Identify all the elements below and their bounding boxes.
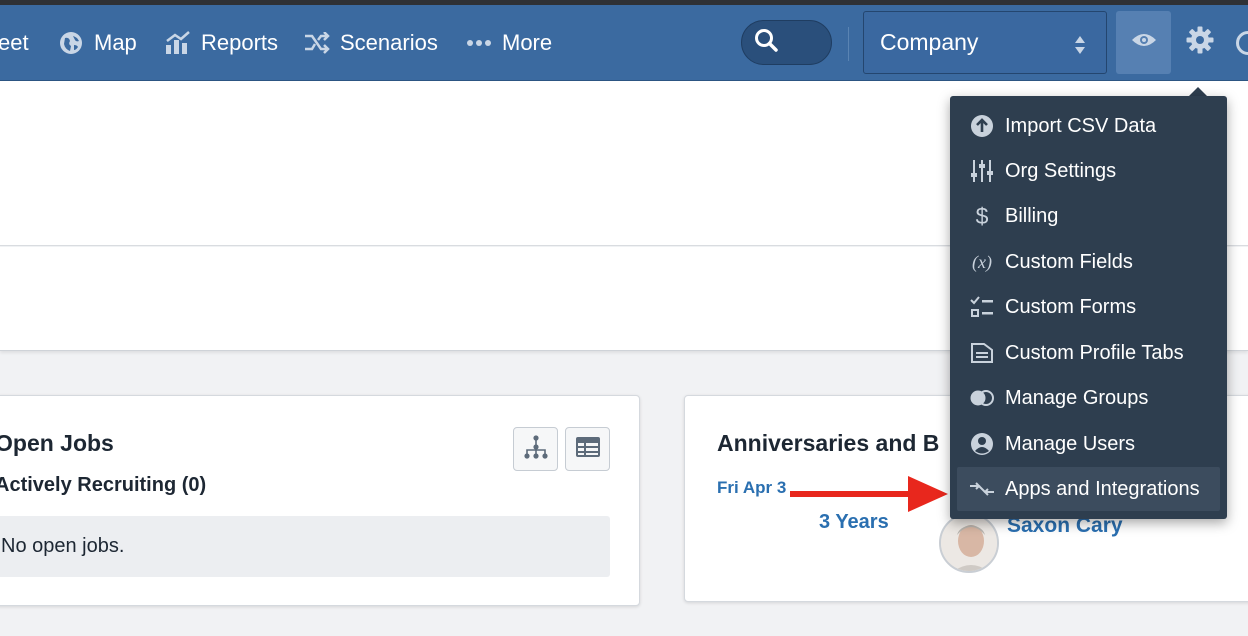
select-arrows-icon xyxy=(1074,34,1086,61)
upload-circle-icon xyxy=(967,113,997,139)
anniversary-date[interactable]: Fri Apr 3 xyxy=(717,478,786,498)
nav-item-sheet[interactable]: eet xyxy=(0,5,29,81)
tab-document-icon xyxy=(967,340,997,366)
menu-item-import-csv[interactable]: Import CSV Data xyxy=(957,104,1220,148)
menu-item-label: Billing xyxy=(1005,204,1059,227)
menu-item-billing[interactable]: $ Billing xyxy=(957,194,1220,238)
dots-icon xyxy=(466,39,492,47)
nav-item-label: Scenarios xyxy=(340,30,438,55)
table-icon xyxy=(575,436,601,463)
menu-item-label: Org Settings xyxy=(1005,159,1117,182)
menu-item-custom-profile-tabs[interactable]: Custom Profile Tabs xyxy=(957,331,1220,375)
card-subtitle: Actively Recruiting (0) xyxy=(0,474,207,496)
table-view-button[interactable] xyxy=(565,427,610,471)
checklist-icon xyxy=(967,294,997,320)
menu-item-custom-forms[interactable]: Custom Forms xyxy=(957,285,1220,329)
nav-item-scenarios[interactable]: Scenarios xyxy=(304,5,438,81)
dollar-icon: $ xyxy=(975,202,989,229)
gear-icon xyxy=(1186,26,1214,59)
menu-item-label: Manage Users xyxy=(1005,432,1136,455)
user-circle-icon xyxy=(967,431,997,457)
nav-item-label: eet xyxy=(0,30,29,55)
card-title: Open Jobs xyxy=(0,430,114,456)
menu-item-label: Import CSV Data xyxy=(1005,114,1157,137)
menu-item-apps-integrations[interactable]: Apps and Integrations xyxy=(957,467,1220,511)
open-jobs-card: Open Jobs Actively Recruiting (0) No ope… xyxy=(0,395,640,606)
groups-icon xyxy=(967,385,997,411)
search-button[interactable] xyxy=(741,20,832,65)
nav-item-label: Map xyxy=(94,30,137,55)
globe-icon xyxy=(58,30,84,56)
menu-item-label: Manage Groups xyxy=(1005,386,1149,409)
menu-item-label: Custom Forms xyxy=(1005,295,1137,318)
top-navbar: eet Map Reports Scenarios More Company xyxy=(0,5,1248,81)
empty-state-text: No open jobs. xyxy=(1,535,125,557)
nav-item-label: Reports xyxy=(201,30,279,55)
nav-item-reports[interactable]: Reports xyxy=(165,5,278,81)
view-toggle-button[interactable] xyxy=(1116,11,1171,74)
search-icon xyxy=(754,28,778,57)
menu-item-label: Custom Profile Tabs xyxy=(1005,341,1184,364)
settings-dropdown-menu: Import CSV Data Org Settings $ Billing (… xyxy=(950,96,1227,519)
annotation-arrow xyxy=(790,476,948,512)
card-title: Anniversaries and B xyxy=(717,430,940,456)
sliders-icon xyxy=(967,158,997,184)
menu-item-label: Apps and Integrations xyxy=(1005,477,1200,500)
shuffle-icon xyxy=(304,32,330,54)
nav-item-more[interactable]: More xyxy=(466,5,552,81)
help-icon[interactable] xyxy=(1236,31,1248,55)
empty-state: No open jobs. xyxy=(0,516,610,577)
chart-icon xyxy=(165,31,191,55)
avatar[interactable] xyxy=(939,513,999,573)
variable-icon: (x) xyxy=(972,251,992,272)
menu-item-label: Custom Fields xyxy=(1005,250,1133,273)
nav-divider xyxy=(848,27,849,61)
eye-icon xyxy=(1131,32,1157,53)
org-chart-icon xyxy=(523,434,549,464)
org-chart-view-button[interactable] xyxy=(513,427,558,471)
settings-button[interactable] xyxy=(1180,11,1220,74)
menu-item-manage-groups[interactable]: Manage Groups xyxy=(957,376,1220,420)
integrations-icon xyxy=(967,476,997,502)
nav-item-map[interactable]: Map xyxy=(58,5,137,81)
menu-item-org-settings[interactable]: Org Settings xyxy=(957,149,1220,193)
menu-item-custom-fields[interactable]: (x) Custom Fields xyxy=(957,240,1220,284)
company-select-value: Company xyxy=(880,29,979,55)
nav-item-label: More xyxy=(502,30,553,55)
company-select[interactable]: Company xyxy=(863,11,1107,74)
menu-item-manage-users[interactable]: Manage Users xyxy=(957,422,1220,466)
